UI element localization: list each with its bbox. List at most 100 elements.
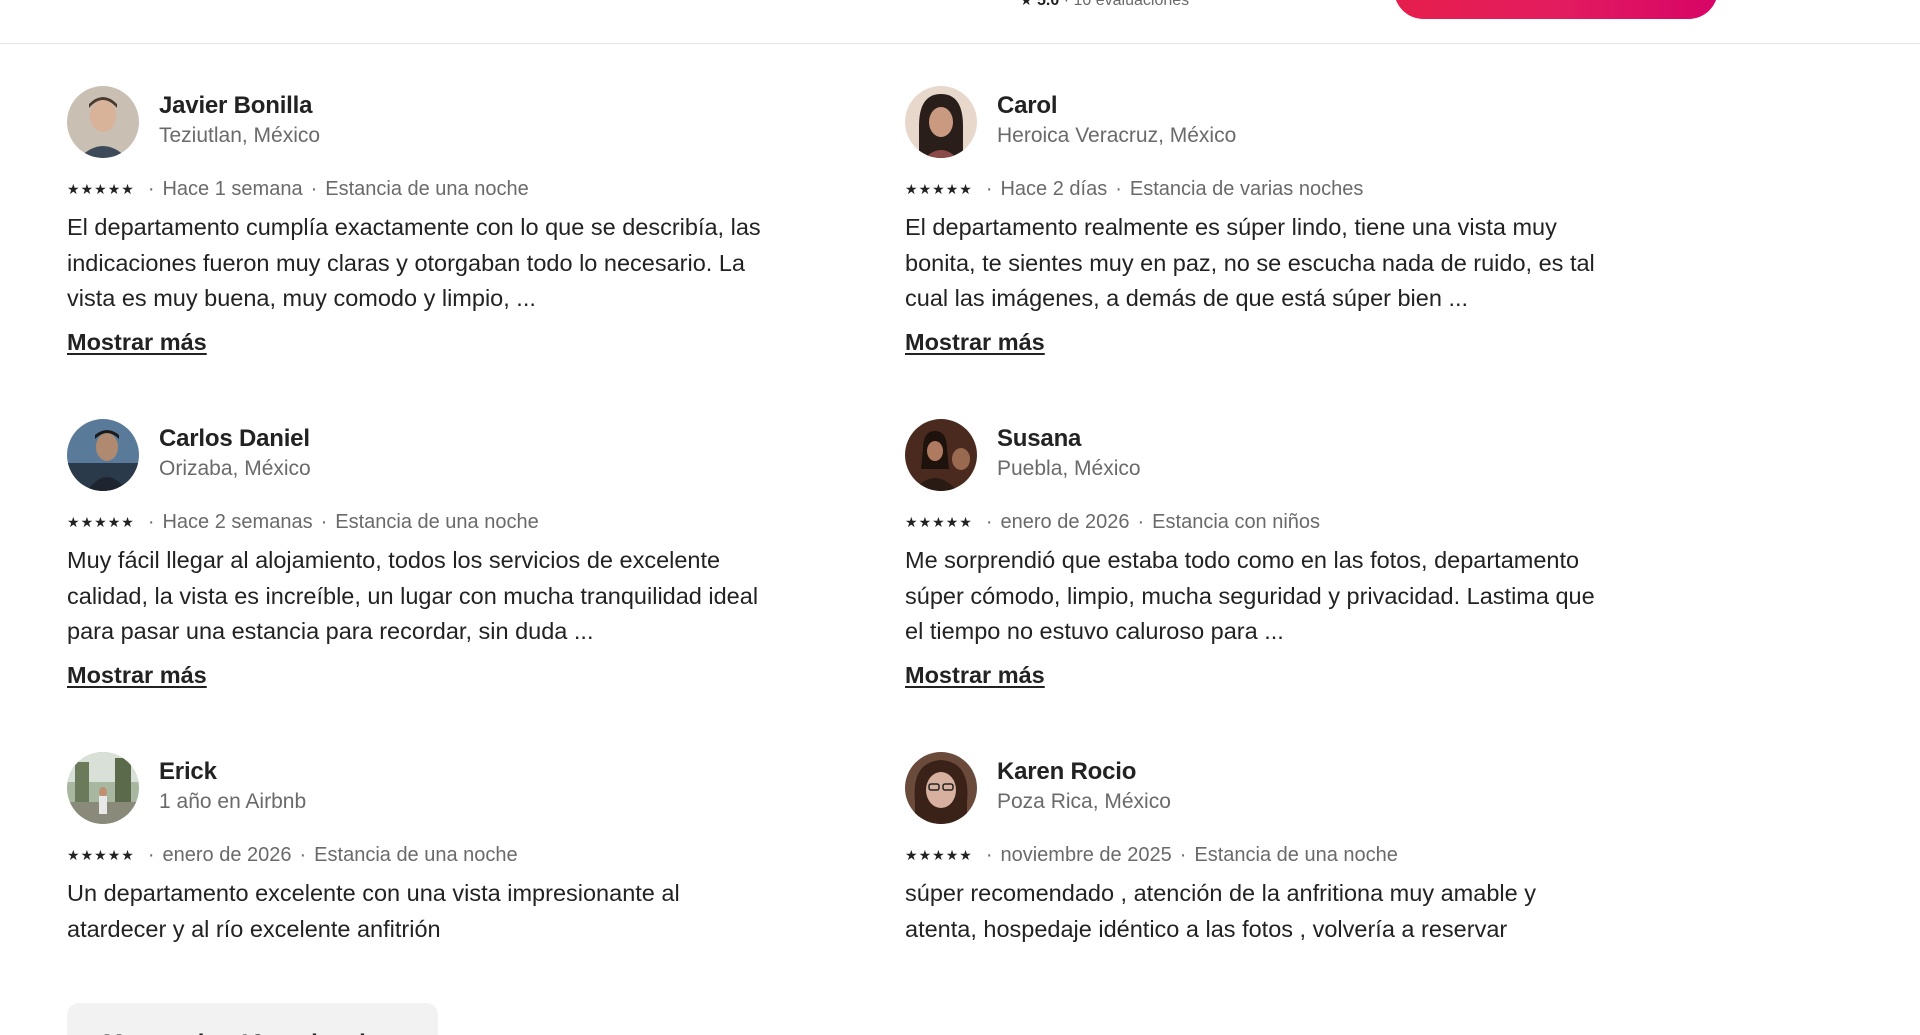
review-card: Javier Bonilla Teziutlan, México ★ ★ ★ ★ ★ ·… — [67, 86, 767, 356]
star-icon: ★ — [107, 846, 121, 863]
review-date: Hace 2 semanas — [162, 510, 313, 533]
review-meta: ★ ★ ★ ★ ★ · noviembre de 2025 · Estancia de … — [905, 843, 1398, 866]
review-meta: ★ ★ ★ ★ ★ · Hace 1 semana · Estancia de una … — [67, 177, 529, 200]
stay-type: Estancia de una noche — [314, 843, 518, 866]
reviewer-name: Carlos Daniel — [159, 425, 310, 452]
avatar[interactable] — [67, 419, 139, 491]
star-icon: ★ — [932, 180, 945, 197]
star-icon: ★ — [80, 180, 94, 197]
star-icon: ★ — [945, 846, 959, 863]
reviewer-header: Susana Puebla, México — [905, 419, 1605, 493]
reviewer-header: Erick 1 año en Airbnb — [67, 752, 767, 826]
star-icon: ★ — [905, 513, 918, 530]
reviewer-name: Susana — [997, 425, 1082, 452]
avatar[interactable] — [67, 86, 139, 158]
review-card: Carol Heroica Veracruz, México ★ ★ ★ ★ ★ · H… — [905, 86, 1605, 356]
review-card: Carlos Daniel Orizaba, México ★ ★ ★ ★ ★ · Ha… — [67, 419, 767, 689]
avatar[interactable] — [67, 752, 139, 824]
rating-stars: ★ ★ ★ ★ ★ — [67, 514, 134, 531]
star-icon: ★ — [945, 513, 959, 530]
review-date: Hace 2 días — [1000, 177, 1108, 200]
review-date: enero de 2026 — [1000, 510, 1130, 533]
review-card: Karen Rocio Poza Rica, México ★ ★ ★ ★ ★ · no… — [905, 752, 1605, 947]
reserve-button[interactable] — [1394, 0, 1718, 19]
show-more-link[interactable]: Mostrar más — [905, 329, 1045, 356]
reviewer-location: Heroica Veracruz, México — [997, 124, 1237, 147]
rating-stars: ★ ★ ★ ★ ★ — [905, 181, 972, 198]
review-text: súper recomendado , atención de la anfri… — [905, 880, 1536, 942]
reviewer-location: Puebla, México — [997, 457, 1141, 480]
review-meta: ★ ★ ★ ★ ★ · enero de 2026 · Estancia con niñ… — [905, 510, 1321, 533]
star-icon: ★ — [107, 513, 121, 530]
review-meta: ★ ★ ★ ★ ★ · Hace 2 semanas · Estancia de una… — [67, 510, 539, 533]
star-icon: ★ — [107, 180, 121, 197]
reviewer-location: Orizaba, México — [159, 457, 311, 480]
reviewer-header: Carol Heroica Veracruz, México — [905, 86, 1605, 160]
reviewer-name: Karen Rocio — [997, 758, 1137, 785]
reviewer-name: Javier Bonilla — [159, 92, 313, 119]
reviewer-name: Erick — [159, 758, 217, 785]
header-rating: ★ 5.0 · 10 evaluaciones — [1020, 0, 1189, 10]
review-date: enero de 2026 — [162, 843, 292, 866]
star-icon: ★ — [918, 846, 932, 863]
star-icon: ★ — [959, 180, 972, 197]
star-icon: ★ — [905, 846, 918, 863]
review-text: Me sorprendió que estaba todo como en la… — [905, 547, 1595, 644]
review-text: Un departamento excelente con una vista … — [67, 880, 680, 942]
stay-type: Estancia de una noche — [325, 177, 529, 200]
review-date: Hace 1 semana — [162, 177, 303, 200]
star-icon: ★ — [932, 846, 945, 863]
rating-stars: ★ ★ ★ ★ ★ — [67, 847, 134, 864]
star-icon: ★ — [67, 180, 80, 197]
star-icon: ★ — [959, 513, 972, 530]
star-icon: ★ — [121, 513, 134, 530]
avatar[interactable] — [905, 752, 977, 824]
reviewer-location: Poza Rica, México — [997, 790, 1171, 813]
sticky-header: ★ 5.0 · 10 evaluaciones — [0, 0, 1920, 44]
star-icon: ★ — [121, 846, 134, 863]
show-more-link[interactable]: Mostrar más — [67, 662, 207, 689]
show-more-link[interactable]: Mostrar más — [905, 662, 1045, 689]
star-icon: ★ — [94, 846, 107, 863]
star-icon: ★ — [905, 180, 918, 197]
star-icon: ★ — [80, 846, 94, 863]
avatar[interactable] — [905, 419, 977, 491]
show-all-reviews-button[interactable]: Mostrar las 10 evaluaciones — [67, 1003, 438, 1035]
review-meta: ★ ★ ★ ★ ★ · enero de 2026 · Estancia de una … — [67, 843, 518, 866]
star-icon: ★ — [918, 180, 932, 197]
reviewer-header: Carlos Daniel Orizaba, México — [67, 419, 767, 493]
stay-type: Estancia de una noche — [335, 510, 539, 533]
review-card: Erick 1 año en Airbnb ★ ★ ★ ★ ★ · enero de 2… — [67, 752, 767, 947]
stay-type: Estancia de varias noches — [1129, 177, 1364, 200]
stay-type: Estancia de una noche — [1194, 843, 1398, 866]
review-date: noviembre de 2025 — [1000, 843, 1172, 866]
star-icon: ★ — [94, 513, 107, 530]
reviewer-name: Carol — [997, 92, 1058, 119]
rating-stars: ★ ★ ★ ★ ★ — [67, 181, 134, 198]
star-icon: ★ — [959, 846, 972, 863]
avatar[interactable] — [905, 86, 977, 158]
rating-stars: ★ ★ ★ ★ ★ — [905, 514, 972, 531]
star-icon: ★ — [80, 513, 94, 530]
header-rating-count: 10 evaluaciones — [1073, 0, 1190, 9]
review-meta: ★ ★ ★ ★ ★ · Hace 2 días · Estancia de varias… — [905, 177, 1364, 200]
star-icon: ★ — [67, 513, 80, 530]
reviewer-location: 1 año en Airbnb — [159, 790, 307, 813]
star-icon: ★ — [945, 180, 959, 197]
star-icon: ★ — [918, 513, 932, 530]
review-card: Susana Puebla, México ★ ★ ★ ★ ★ · enero de 2… — [905, 419, 1605, 689]
review-text: El departamento cumplía exactamente con … — [67, 214, 761, 311]
stay-type: Estancia con niños — [1152, 510, 1321, 533]
reviewer-header: Karen Rocio Poza Rica, México — [905, 752, 1605, 826]
star-icon: ★ — [932, 513, 945, 530]
review-text: El departamento realmente es súper lindo… — [905, 214, 1595, 311]
rating-stars: ★ ★ ★ ★ ★ — [905, 847, 972, 864]
header-rating-score: 5.0 — [1037, 0, 1060, 9]
star-icon: ★ — [67, 846, 80, 863]
star-icon: ★ — [94, 180, 107, 197]
star-icon: ★ — [121, 180, 134, 197]
reviewer-location: Teziutlan, México — [159, 124, 321, 147]
show-more-link[interactable]: Mostrar más — [67, 329, 207, 356]
reviewer-header: Javier Bonilla Teziutlan, México — [67, 86, 767, 160]
star-icon: ★ — [1020, 0, 1033, 8]
